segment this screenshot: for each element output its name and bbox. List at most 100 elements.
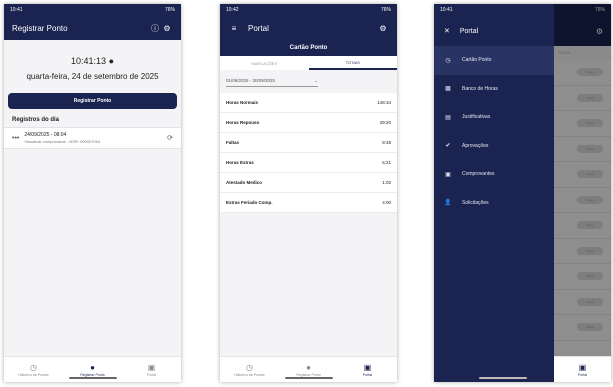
clock-area: 10:41:13 ● quarta-feira, 24 de setembro … — [4, 40, 181, 87]
nav-portal[interactable]: ▣ Portal — [554, 363, 611, 377]
nav-register[interactable]: ● Registrar Ponto — [279, 363, 338, 377]
receipt-icon: ▣ — [445, 171, 451, 178]
location-pin-icon: ● — [108, 56, 114, 66]
page-title: Portal — [248, 23, 269, 33]
gear-icon[interactable]: ⚙ — [377, 24, 389, 33]
person-add-icon: 👤 — [444, 200, 452, 207]
drawer-item-solicitacoes[interactable]: 👤 Solicitações — [434, 189, 554, 218]
section-title: Registros do dia — [12, 117, 60, 123]
calendar-icon: ▣ — [363, 362, 372, 372]
table-row: Horas Normais 148:34 — [220, 93, 397, 113]
tabs: MARCAÇÕES TOTAIS — [220, 56, 397, 70]
app-bar: Registrar Ponto ⓘ ⚙ — [4, 16, 181, 40]
status-time: 10:42 — [226, 7, 239, 13]
total-label: Faltas — [226, 140, 240, 145]
drawer-header: ✕ Portal — [434, 16, 554, 46]
home-indicator — [479, 377, 527, 379]
total-value: 1:02 — [382, 180, 391, 185]
chevron-down-icon: ⌄ — [314, 78, 318, 83]
note-icon: ▤ — [445, 114, 451, 121]
status-time: 10:41 — [10, 7, 23, 13]
table-row: Faltas 8:48 — [220, 133, 397, 153]
drawer-item-label: Cartão Ponto — [462, 57, 492, 64]
tab-marcacoes[interactable]: MARCAÇÕES — [220, 56, 309, 70]
total-label: Extras Feriado Comp. — [226, 200, 273, 205]
drawer-title: Portal — [459, 27, 479, 35]
drawer-item-comprovantes[interactable]: ▣ Comprovantes — [434, 160, 554, 189]
drawer-item-banco-de-horas[interactable]: ▦ Banco de Horas — [434, 75, 554, 104]
table-row: Atestado Medico 1:02 — [220, 173, 397, 193]
total-value: 4:00 — [382, 200, 391, 205]
close-icon[interactable]: ✕ — [444, 27, 450, 35]
nav-label: Registrar Ponto — [296, 372, 321, 377]
navigation-drawer: 10:41 ✕ Portal ◷ Cartão Ponto ▦ Banco de… — [434, 4, 554, 382]
info-icon[interactable]: ⓘ — [149, 23, 161, 34]
total-value: 29:20 — [379, 120, 391, 125]
record-datetime: 24/09/2025 - 08:04 — [24, 132, 67, 138]
history-icon: ◷ — [30, 362, 37, 372]
calendar-icon: ▣ — [578, 362, 587, 372]
bottom-nav: ▣ Portal — [554, 356, 611, 382]
home-indicator — [68, 377, 117, 379]
calendar-icon: ▦ — [445, 86, 451, 93]
nav-portal[interactable]: ▣ Portal — [338, 363, 397, 377]
tab-totais[interactable]: TOTAIS — [308, 56, 397, 70]
total-label: Horas Extras — [226, 160, 254, 165]
gear-icon[interactable]: ⚙ — [161, 24, 173, 33]
drawer-item-label: Aprovações — [462, 142, 489, 149]
nav-history[interactable]: ◷ Histórico de Pontos — [4, 363, 63, 377]
status-bar: 10:42 76% — [220, 4, 397, 16]
drawer-item-aprovacoes[interactable]: ✔ Aprovações — [434, 132, 554, 161]
page-title: Registrar Ponto — [12, 23, 68, 33]
record-receipt-link[interactable]: Visualizar comprovante - NSR: 000007054 — [24, 139, 162, 144]
nav-label: Histórico de Pontos — [234, 372, 265, 377]
period-select[interactable]: 01/09/2025 - 30/09/2025 ⌄ — [226, 78, 318, 87]
calendar-icon: ▣ — [147, 362, 156, 372]
drawer-item-label: Comprovantes — [462, 171, 495, 178]
menu-icon[interactable]: ≡ — [228, 24, 240, 33]
bottom-nav: ◷ Histórico de Pontos ● Registrar Ponto … — [4, 356, 181, 382]
record-row[interactable]: ••• 24/09/2025 - 08:04 Visualizar compro… — [4, 127, 181, 149]
more-icon[interactable]: ••• — [12, 135, 19, 142]
table-row: Horas Extras 5:21 — [220, 153, 397, 173]
drawer-item-label: Justificativas — [462, 114, 491, 121]
status-battery: 76% — [164, 7, 175, 13]
phone-registrar-ponto: 10:41 76% Registrar Ponto ⓘ ⚙ 10:41:13 ●… — [4, 4, 181, 382]
table-row: Horas Repouso 29:20 — [220, 113, 397, 133]
status-bar: 10:41 76% — [4, 4, 181, 16]
drawer-item-label: Solicitações — [462, 199, 489, 206]
section-header: Cartão Ponto — [220, 40, 397, 56]
nav-portal[interactable]: ▣ Portal — [122, 363, 181, 377]
app-bar: ≡ Portal ⚙ — [220, 16, 397, 40]
total-value: 5:21 — [382, 160, 391, 165]
bottom-nav: ◷ Histórico de Pontos ● Registrar Ponto … — [220, 356, 397, 382]
current-date: quarta-feira, 24 de setembro de 2025 — [26, 72, 159, 81]
nav-label: Portal — [362, 372, 373, 377]
drawer-item-justificativas[interactable]: ▤ Justificativas — [434, 103, 554, 132]
sync-icon[interactable]: ⟳ — [167, 134, 173, 142]
check-icon: ✔ — [445, 143, 451, 150]
total-label: Horas Repouso — [226, 120, 260, 125]
register-button[interactable]: Registrar Ponto — [8, 93, 177, 109]
nav-label: Portal — [146, 372, 157, 377]
period-value: 01/09/2025 - 30/09/2025 — [226, 78, 276, 83]
clock-icon: ◷ — [445, 57, 451, 64]
nav-register[interactable]: ● Registrar Ponto — [63, 363, 122, 377]
nav-label: Histórico de Pontos — [18, 372, 49, 377]
clock-time: 10:41:13 — [71, 56, 107, 66]
fingerprint-icon: ● — [306, 362, 311, 372]
table-row: Extras Feriado Comp. 4:00 — [220, 193, 397, 213]
total-value: 148:34 — [377, 100, 391, 105]
nav-history[interactable]: ◷ Histórico de Pontos — [220, 363, 279, 377]
history-icon: ◷ — [246, 362, 253, 372]
status-bar: 10:41 — [434, 4, 554, 16]
home-indicator — [284, 377, 333, 379]
fingerprint-icon: ● — [90, 362, 95, 372]
totals-list: Horas Normais 148:34 Horas Repouso 29:20 F… — [220, 93, 397, 213]
phone-cartao-ponto: 10:42 76% ≡ Portal ⚙ Cartão Ponto MARCAÇ… — [220, 4, 397, 382]
phone-portal-drawer: 10:41 76% ⚙ TOTAIS Serve Serve Serve Ser… — [434, 4, 611, 382]
total-label: Atestado Medico — [226, 180, 263, 185]
total-value: 8:48 — [382, 140, 391, 145]
status-time: 10:41 — [440, 7, 453, 13]
drawer-item-cartao-ponto[interactable]: ◷ Cartão Ponto — [434, 46, 554, 75]
